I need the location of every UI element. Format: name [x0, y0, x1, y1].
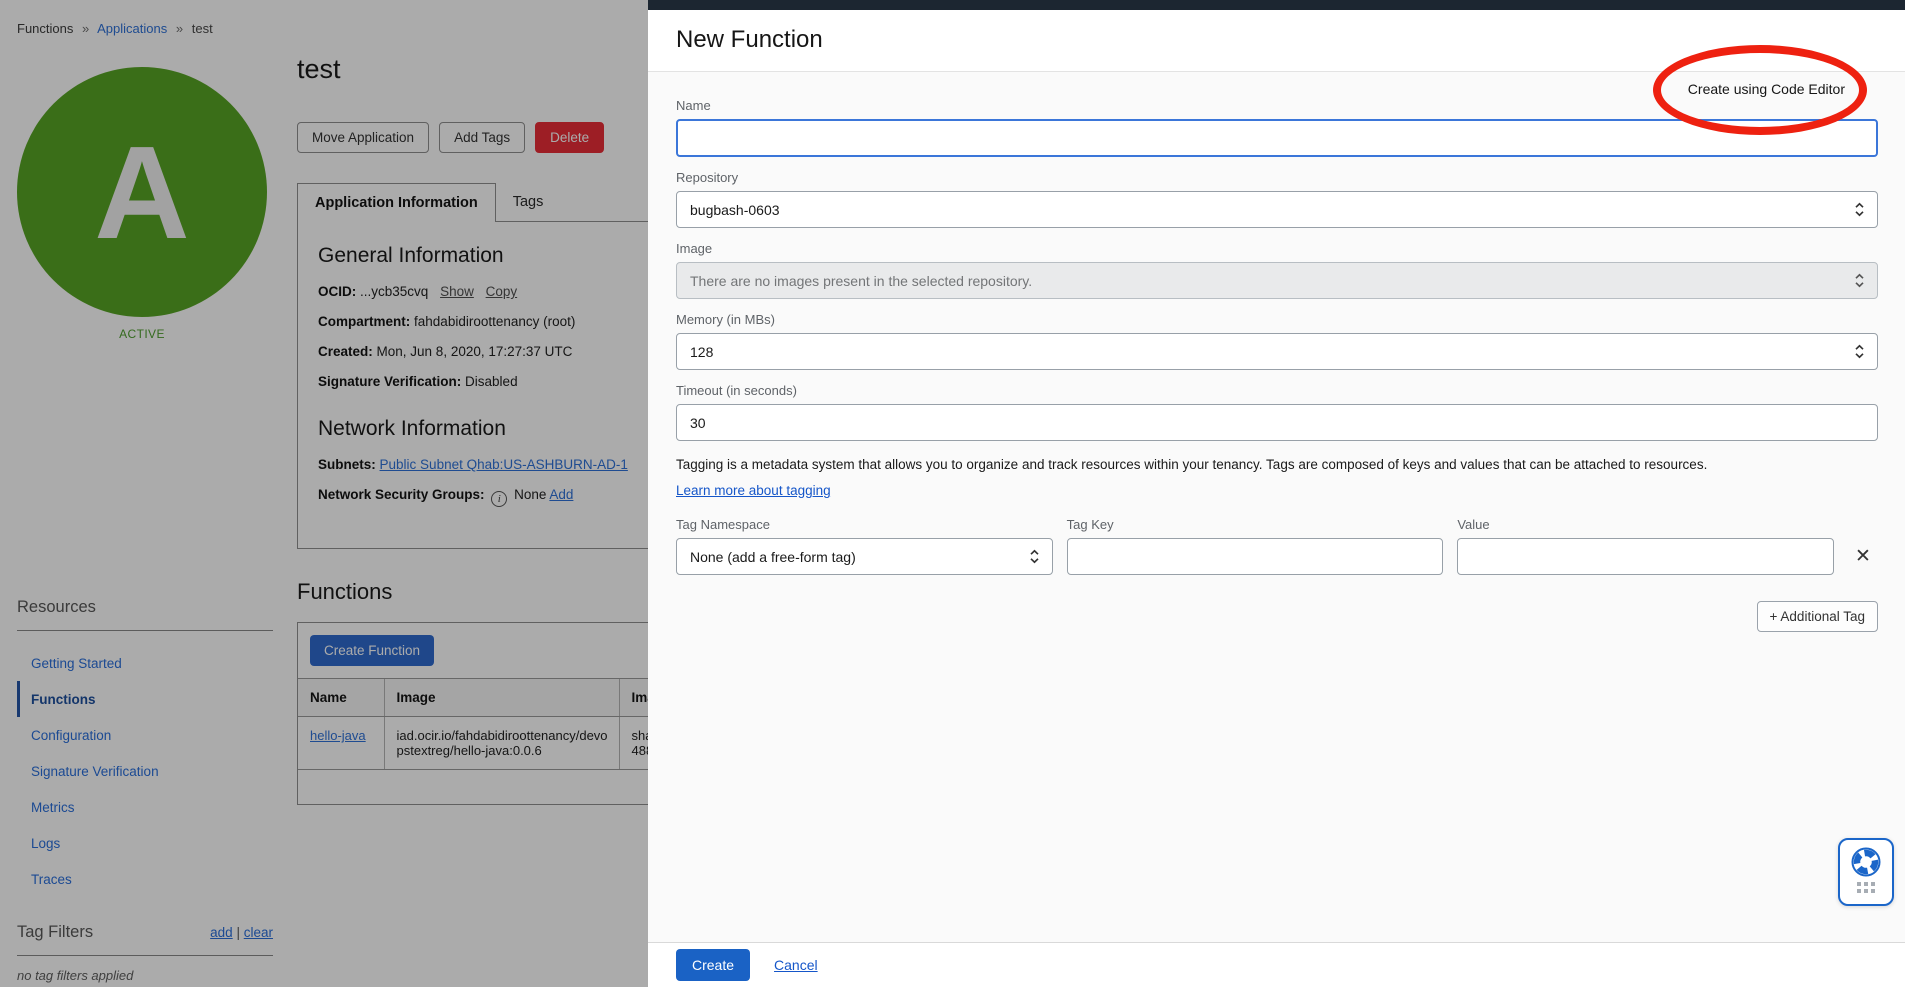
tag-value-input[interactable]	[1457, 538, 1834, 575]
tag-row: Tag Namespace None (add a free-form tag)…	[676, 517, 1878, 575]
select-chevron-icon	[1854, 273, 1865, 288]
create-button[interactable]: Create	[676, 949, 750, 981]
remove-tag-button[interactable]: ✕	[1848, 538, 1878, 575]
panel-footer: Create Cancel	[648, 942, 1905, 987]
memory-field-label: Memory (in MBs)	[676, 312, 1878, 327]
image-select-disabled: There are no images present in the selec…	[676, 262, 1878, 299]
select-chevron-icon	[1029, 549, 1040, 564]
tagging-description: Tagging is a metadata system that allows…	[676, 457, 1878, 472]
tag-namespace-select-value: None (add a free-form tag)	[690, 549, 856, 565]
tag-key-input[interactable]	[1067, 538, 1444, 575]
learn-more-about-tagging-link[interactable]: Learn more about tagging	[676, 483, 831, 498]
panel-body: Name Repository bugbash-0603 Image There…	[648, 72, 1905, 942]
create-using-code-editor-link[interactable]: Create using Code Editor	[1688, 81, 1845, 97]
select-chevron-icon	[1854, 344, 1865, 359]
tag-key-label: Tag Key	[1067, 517, 1444, 532]
image-select-value: There are no images present in the selec…	[690, 273, 1032, 289]
life-ring-icon	[1850, 846, 1882, 878]
repository-select[interactable]: bugbash-0603	[676, 191, 1878, 228]
select-chevron-icon	[1854, 202, 1865, 217]
name-input[interactable]	[676, 119, 1878, 157]
repository-field-label: Repository	[676, 170, 1878, 185]
drag-dots-icon	[1857, 882, 1875, 893]
new-function-panel: New Function Create using Code Editor Na…	[648, 10, 1905, 987]
panel-header: New Function	[648, 10, 1905, 72]
modal-overlay[interactable]	[0, 0, 648, 987]
timeout-field-label: Timeout (in seconds)	[676, 383, 1878, 398]
memory-select-value: 128	[690, 344, 713, 360]
close-icon: ✕	[1855, 545, 1871, 568]
additional-tag-button[interactable]: + Additional Tag	[1757, 601, 1878, 632]
tag-namespace-label: Tag Namespace	[676, 517, 1053, 532]
screen: Functions » Applications » test A ACTIVE…	[0, 0, 1905, 987]
repository-select-value: bugbash-0603	[690, 202, 780, 218]
image-field-label: Image	[676, 241, 1878, 256]
tag-namespace-select[interactable]: None (add a free-form tag)	[676, 538, 1053, 575]
help-widget[interactable]	[1838, 838, 1894, 906]
panel-title: New Function	[676, 26, 1905, 54]
tag-value-label: Value	[1457, 517, 1834, 532]
memory-select[interactable]: 128	[676, 333, 1878, 370]
cancel-link[interactable]: Cancel	[774, 957, 818, 973]
name-field-label: Name	[676, 98, 1878, 113]
application-detail-page: Functions » Applications » test A ACTIVE…	[0, 0, 648, 987]
timeout-input[interactable]	[676, 404, 1878, 441]
